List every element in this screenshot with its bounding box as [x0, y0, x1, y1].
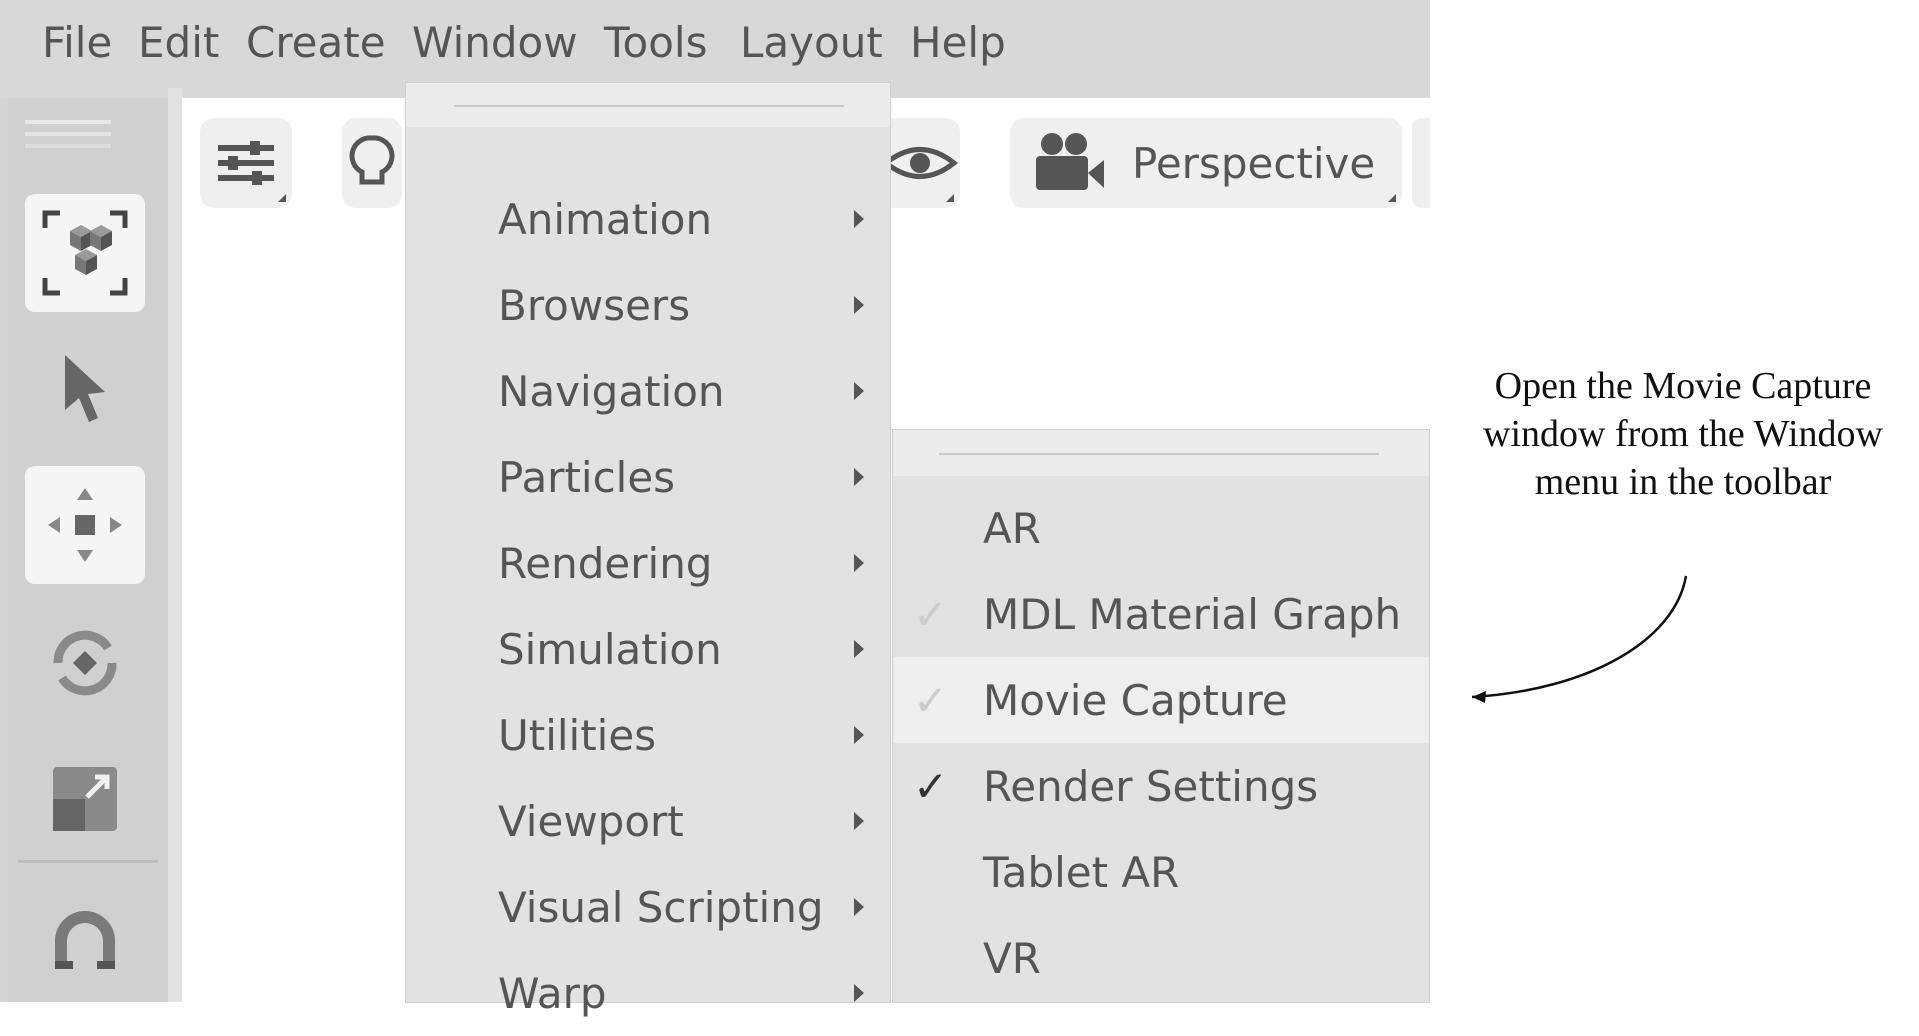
submenu-arrow-icon [854, 640, 864, 658]
submenu-item-ar[interactable]: AR [893, 485, 1429, 571]
move-tool[interactable] [25, 466, 145, 584]
scale-icon [53, 767, 117, 831]
menu-item-label: Viewport [498, 796, 684, 846]
submenu-item-label: AR [983, 503, 1041, 553]
toolbar-separator [18, 860, 158, 863]
select-model-tool[interactable] [25, 194, 145, 312]
menu-item-label: Warp [498, 968, 607, 1018]
viewport-settings-button[interactable] [200, 118, 292, 208]
dropdown-corner [278, 194, 286, 202]
menu-item-rendering[interactable]: Rendering [406, 520, 890, 606]
menu-item-animation[interactable]: Animation [406, 176, 890, 262]
annotation-text: Open the Movie Capture window from the W… [1483, 365, 1883, 503]
toolbar-overflow[interactable] [1412, 118, 1430, 208]
menu-window[interactable]: Window [412, 18, 578, 67]
check-icon: ✓ [913, 761, 949, 811]
menu-item-browsers[interactable]: Browsers [406, 262, 890, 348]
menu-help[interactable]: Help [910, 18, 1006, 67]
annotation-arrow [1471, 575, 1688, 703]
menu-item-label: Browsers [498, 280, 691, 330]
submenu-item-tablet-ar[interactable]: Tablet AR [893, 829, 1429, 915]
menu-item-viewport[interactable]: Viewport [406, 778, 890, 864]
menu-item-label: Navigation [498, 366, 725, 416]
menu-edit[interactable]: Edit [138, 18, 219, 67]
lighting-button[interactable] [342, 118, 402, 208]
submenu-item-label: Movie Capture [983, 675, 1288, 725]
submenu-arrow-icon [854, 554, 864, 572]
menu-item-label: Animation [498, 194, 713, 244]
camera-perspective-button[interactable]: Perspective [1010, 118, 1402, 208]
camera-icon [1036, 133, 1104, 190]
camera-label: Perspective [1132, 138, 1376, 188]
submenu-item-mdl-material-graph[interactable]: ✓ MDL Material Graph [893, 571, 1429, 657]
submenu-item-label: MDL Material Graph [983, 589, 1402, 639]
dropdown-corner [1388, 194, 1396, 202]
viewport-edge [168, 88, 182, 1002]
submenu-arrow-icon [854, 382, 864, 400]
toolbar-grip-line [25, 144, 111, 148]
submenu-arrow-icon [854, 210, 864, 228]
submenu-tearoff-handle[interactable] [939, 453, 1379, 455]
submenu-item-label: Tablet AR [983, 847, 1180, 897]
check-icon: ✓ [913, 675, 949, 725]
rotate-tool[interactable] [25, 608, 145, 718]
menu-item-label: Utilities [498, 710, 657, 760]
window-menu: Animation Browsers Navigation Particles … [406, 83, 890, 1018]
menu-tools[interactable]: Tools [604, 18, 707, 67]
submenu-item-render-settings[interactable]: ✓ Render Settings [893, 743, 1429, 829]
submenu-item-vr[interactable]: VR [893, 915, 1429, 1001]
submenu-item-label: Render Settings [983, 761, 1319, 811]
left-toolbar [8, 98, 168, 1002]
menu-item-visual-scripting[interactable]: Visual Scripting [406, 864, 890, 950]
menu-item-label: Simulation [498, 624, 722, 674]
menu-item-warp[interactable]: Warp [406, 950, 890, 1036]
submenu-arrow-icon [854, 898, 864, 916]
select-tool[interactable] [25, 340, 145, 440]
check-icon: ✓ [913, 589, 949, 639]
visibility-button[interactable] [880, 118, 960, 208]
menu-layout[interactable]: Layout [740, 18, 883, 67]
submenu-item-movie-capture[interactable]: ✓ Movie Capture [893, 657, 1429, 743]
cubes-select-icon [42, 210, 128, 296]
submenu-arrow-icon [854, 468, 864, 486]
toolbar-grip-line [25, 132, 111, 136]
menu-item-utilities[interactable]: Utilities [406, 692, 890, 778]
submenu-item-label: VR [983, 933, 1041, 983]
menu-tearoff-handle[interactable] [454, 105, 844, 107]
snap-tool[interactable] [25, 888, 145, 998]
move-arrows-icon [48, 488, 122, 562]
magnet-icon [55, 911, 115, 969]
menu-item-label: Visual Scripting [498, 882, 824, 932]
lightbulb-icon [349, 135, 395, 185]
submenu-arrow-icon [854, 296, 864, 314]
menu-item-label: Rendering [498, 538, 713, 588]
toolbar-grip[interactable] [25, 120, 111, 124]
cursor-arrow-icon [65, 355, 105, 422]
menu-create[interactable]: Create [246, 18, 386, 67]
rendering-submenu: AR ✓ MDL Material Graph ✓ Movie Capture … [893, 430, 1429, 1002]
submenu-arrow-icon [854, 812, 864, 830]
submenu-arrow-icon [854, 984, 864, 1002]
dropdown-corner [946, 194, 954, 202]
submenu-arrow-icon [854, 726, 864, 744]
application-window: File Edit Create Window Tools Layout Hel… [0, 0, 1430, 1018]
menu-file[interactable]: File [42, 18, 112, 67]
rotate-icon [53, 630, 117, 696]
menu-item-simulation[interactable]: Simulation [406, 606, 890, 692]
menu-item-label: Particles [498, 452, 676, 502]
menu-item-particles[interactable]: Particles [406, 434, 890, 520]
scale-tool[interactable] [25, 744, 145, 854]
menu-item-navigation[interactable]: Navigation [406, 348, 890, 434]
